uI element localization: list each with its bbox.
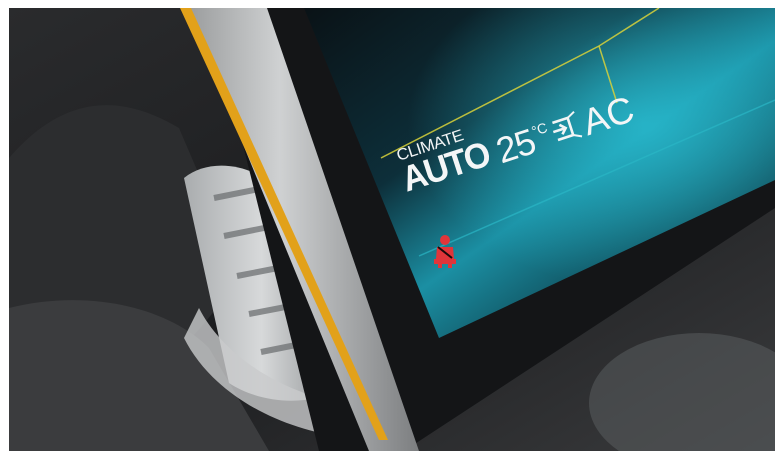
ac-label: AC [577,88,639,144]
seatbelt-warning-icon [434,235,456,268]
dashboard-photo: CLIMATE AUTO 25 °C AC [9,8,775,451]
temperature-unit: °C [529,119,550,140]
